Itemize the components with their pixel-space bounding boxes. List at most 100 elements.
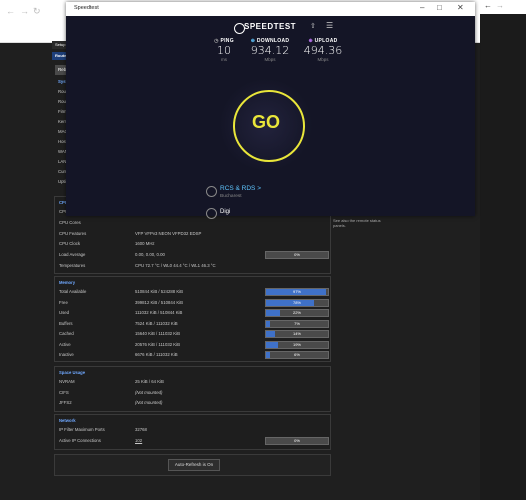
space-row: JFFS2 (Not mounted) [59,398,327,409]
memory-row: Free 399812 KiB / 510844 KiB 78% [59,298,329,309]
row-label: Total Available [59,289,87,294]
refresh-icon[interactable]: ↻ [33,6,41,17]
auto-refresh-button[interactable]: Auto-Refresh is On [168,459,220,471]
row-label: Cached [59,331,74,336]
memory-panel: Memory Total Available 510844 KiB / 52428… [54,276,331,362]
memory-bar: 7% [265,319,329,328]
download-unit: Mbps [264,57,276,62]
row-value: 1600 MHz [135,241,155,246]
ping-unit: ms [221,57,227,62]
memory-bar: 14% [265,330,329,338]
row-value: 6676 KiB / 111032 KiB [135,352,178,357]
go-label[interactable]: GO [252,112,280,133]
upload-metric: ⊕ UPLOAD 494.36 Mbps [298,38,348,62]
row-label: CPU Clock [59,241,81,246]
row-value: CPU 72.7 °C / WL0 44.4 °C / WL1 46.3 °C [135,263,216,268]
row-label: NVRAM [59,379,75,384]
network-row: Active IP Connections 102 0% [59,436,329,447]
isp-icon [206,208,217,219]
load-bar: 0% [265,251,329,259]
row-value: (Not mounted) [135,400,163,405]
speedtest-window: Speedtest – □ ✕ SPEEDTEST ⇧ ☰ ◷ PING 10 … [66,2,475,219]
bar-text: 14% [292,331,301,336]
window-title: Speedtest [74,5,99,11]
row-label: Free [59,299,68,305]
space-title: Space Usage [59,370,86,375]
cpu-row: Temperatures CPU 72.7 °C / WL0 44.4 °C /… [59,261,327,272]
bar-text: 7% [294,320,300,326]
space-panel: Space Usage NVRAM 25 KiB / 64 KiB CIFS (… [54,366,331,412]
row-label: Temperatures [59,263,86,268]
bar-text: 97% [292,289,301,294]
row-value: 20576 KiB / 111032 KiB [135,341,180,347]
ping-metric: ◷ PING 10 ms [206,38,242,62]
active-connections-link[interactable]: 102 [135,438,142,443]
bar-text: 19% [292,341,301,347]
back-icon[interactable]: ← [484,1,492,10]
memory-row: Active 20576 KiB / 111032 KiB 19% [59,340,329,351]
row-value: (Not mounted) [135,390,163,395]
row-value: VFP VFPv3 NEON VFPD32 EDSP [135,231,202,236]
memory-row: Cached 15640 KiB / 111032 KiB 14% [59,329,329,340]
cpu-row: CPU Clock 1600 MHz [59,239,327,250]
row-label: CPU Cores [59,220,81,225]
bar-text: 6% [294,352,300,357]
download-metric: ⊕ DOWNLOAD 934.12 Mbps [242,38,298,62]
back-icon[interactable]: ← [6,6,15,16]
row-label: CPU Features [59,231,87,236]
row-label: Inactive [59,352,74,357]
row-label: CIFS [59,390,69,395]
server-icon [206,186,217,197]
server-name-link[interactable]: RCS & RDS > [220,185,261,192]
memory-row: Buffers 7524 KiB / 111032 KiB 7% [59,319,329,330]
settings-icon[interactable]: ☰ [326,21,333,30]
speedtest-logo-text: SPEEDTEST [244,22,297,31]
space-row: NVRAM 25 KiB / 64 KiB [59,377,327,388]
close-icon[interactable]: ✕ [457,3,464,12]
right-page [480,0,526,500]
auto-refresh-panel: Auto-Refresh is On [54,454,331,476]
minimize-icon[interactable]: – [420,3,424,12]
row-value: 0.00, 0.00, 0.00 [135,252,165,257]
ping-value: 10 [217,44,231,57]
isp-name: Digi [220,209,231,215]
bar-text: 22% [292,310,301,315]
memory-bar: 22% [265,309,329,317]
row-label: IP Filter Maximum Ports [59,427,105,432]
memory-title: Memory [59,280,76,285]
speedtest-titlebar: Speedtest – □ ✕ [66,2,475,16]
memory-row: Used 111032 KiB / 510844 KiB 22% [59,308,329,319]
row-value: 399812 KiB / 510844 KiB [135,299,184,305]
row-value: 510844 KiB / 524288 KiB [135,289,184,294]
memory-row: Inactive 6676 KiB / 111032 KiB 6% [59,350,329,361]
memory-bar: 97% [265,288,329,296]
bar-text: 0% [294,252,300,257]
row-label: Used [59,310,70,315]
maximize-icon[interactable]: □ [437,3,442,12]
share-icon[interactable]: ⇧ [310,22,316,30]
server-location: Bucharest [220,194,242,199]
row-value: 7524 KiB / 111032 KiB [135,320,178,326]
memory-bar: 19% [265,340,329,349]
row-label: Load Average [59,252,86,257]
side-note: See also the remote status panels. [333,218,381,228]
network-title: Network [59,418,76,423]
bar-text: 78% [292,299,301,305]
row-label: Buffers [59,320,73,326]
upload-value: 494.36 [303,44,343,57]
upload-unit: Mbps [317,57,329,62]
connections-bar: 0% [265,437,329,445]
network-panel: Network IP Filter Maximum Ports 32768 Ac… [54,414,331,450]
forward-icon[interactable]: → [496,1,504,10]
row-label: Active [59,341,71,347]
memory-row: Total Available 510844 KiB / 524288 KiB 97… [59,287,329,298]
forward-icon[interactable]: → [20,6,29,16]
row-value: 32768 [135,427,147,432]
download-value: 934.12 [250,44,290,57]
right-browser-toolbar: ← → [480,0,526,14]
memory-bar: 78% [265,298,329,307]
row-label: JFFS2 [59,400,72,405]
cpu-row: CPU Cores [59,218,327,229]
row-label: Active IP Connections [59,438,101,443]
row-value: 25 KiB / 64 KiB [135,379,164,384]
